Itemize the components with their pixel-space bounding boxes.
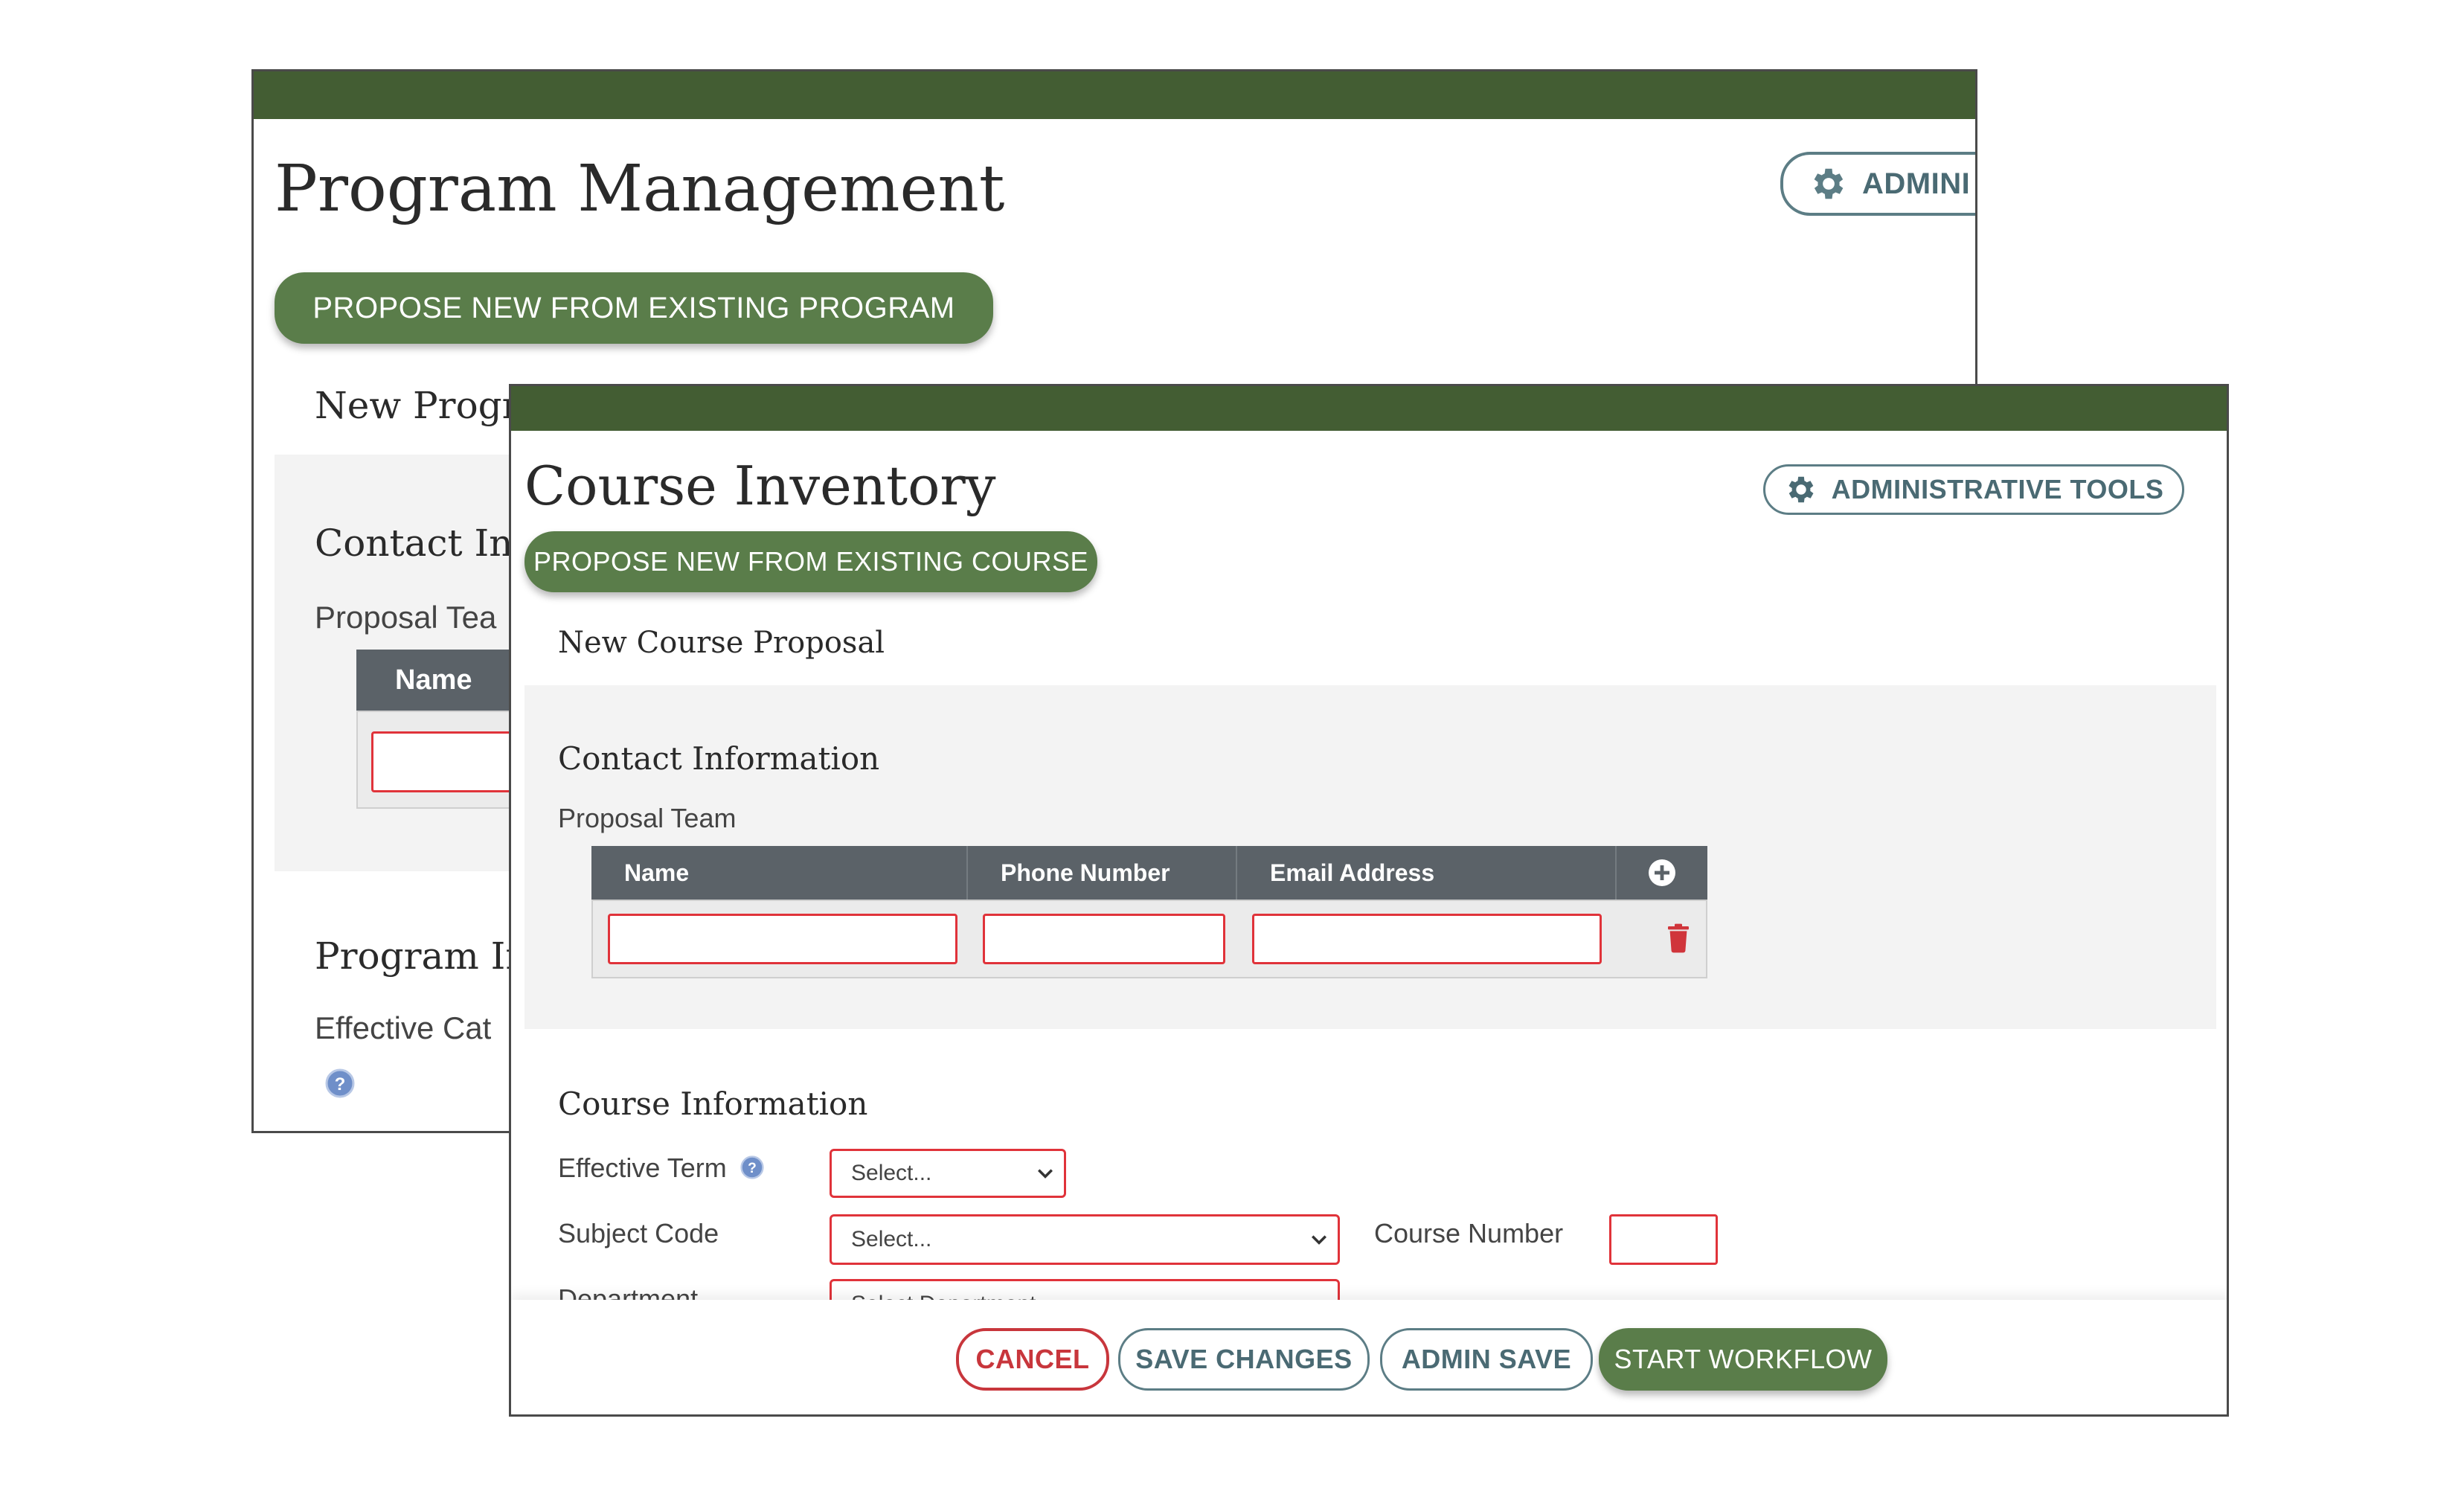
- chevron-down-icon: [1312, 1235, 1326, 1245]
- proposal-team-table-header: Name Phone Number Email Address: [591, 846, 1707, 900]
- effective-catalog-label: Effective Cat: [315, 1010, 492, 1045]
- effective-term-select[interactable]: Select...: [830, 1149, 1066, 1198]
- administrative-tools-button[interactable]: ADMINISTRATIVE TOOLS: [1763, 464, 2184, 515]
- admin-save-button[interactable]: ADMIN SAVE: [1380, 1328, 1593, 1391]
- chevron-down-icon: [1038, 1169, 1053, 1179]
- help-icon[interactable]: ?: [740, 1155, 764, 1180]
- svg-text:?: ?: [335, 1074, 346, 1094]
- subject-code-value: Select...: [851, 1227, 932, 1251]
- team-member-phone-input[interactable]: [983, 914, 1225, 964]
- proposal-team-label: Proposal Tea: [315, 600, 497, 635]
- administrative-tools-label: ADMINISTRATIVE TOOLS: [1831, 474, 2164, 504]
- propose-new-from-existing-course-button[interactable]: PROPOSE NEW FROM EXISTING COURSE: [524, 531, 1097, 592]
- subject-code-select[interactable]: Select...: [830, 1214, 1340, 1265]
- start-workflow-button[interactable]: START WORKFLOW: [1599, 1328, 1887, 1391]
- window-titlebar: [511, 386, 2227, 431]
- team-member-name-input[interactable]: [608, 914, 957, 964]
- course-information-heading: Course Information: [558, 1086, 868, 1122]
- add-circle-icon[interactable]: [1647, 858, 1677, 888]
- course-number-label: Course Number: [1374, 1218, 1564, 1248]
- save-changes-button[interactable]: SAVE CHANGES: [1118, 1328, 1370, 1391]
- column-header-name: Name: [591, 846, 968, 900]
- column-header-phone-number: Phone Number: [968, 846, 1237, 900]
- effective-term-value: Select...: [851, 1161, 932, 1185]
- propose-new-from-existing-program-button[interactable]: PROPOSE NEW FROM EXISTING PROGRAM: [275, 272, 993, 344]
- trash-icon[interactable]: [1666, 923, 1691, 953]
- cancel-button[interactable]: CANCEL: [956, 1328, 1109, 1391]
- course-number-input[interactable]: [1609, 1214, 1718, 1265]
- svg-text:?: ?: [748, 1161, 757, 1177]
- gear-icon: [1814, 168, 1844, 199]
- contact-information-heading: Contact Inf: [315, 522, 527, 565]
- action-footer: CANCEL SAVE CHANGES ADMIN SAVE START WOR…: [511, 1300, 2227, 1414]
- effective-term-text: Effective Term: [558, 1153, 727, 1183]
- new-course-proposal-heading: New Course Proposal: [558, 626, 885, 660]
- course-inventory-window: Course Inventory ADMINISTRATIVE TOOLS PR…: [509, 384, 2229, 1417]
- page-title: Course Inventory: [524, 455, 996, 517]
- subject-code-label: Subject Code: [558, 1218, 719, 1248]
- effective-term-label: Effective Term ?: [558, 1153, 764, 1184]
- window-titlebar: [254, 71, 1975, 119]
- page-title: Program Management: [275, 152, 1005, 226]
- column-header-email-address: Email Address: [1237, 846, 1617, 900]
- proposal-team-label: Proposal Team: [558, 803, 737, 833]
- add-row-cell: [1617, 846, 1707, 900]
- new-program-heading: New Progr: [315, 384, 520, 427]
- gear-icon: [1788, 476, 1814, 503]
- administrative-tools-button[interactable]: ADMINI: [1780, 152, 1975, 216]
- contact-information-heading: Contact Information: [558, 740, 880, 777]
- team-member-email-input[interactable]: [1252, 914, 1602, 964]
- administrative-tools-label: ADMINI: [1862, 167, 1971, 200]
- program-information-heading: Program In: [315, 935, 530, 978]
- help-icon[interactable]: ?: [325, 1068, 355, 1098]
